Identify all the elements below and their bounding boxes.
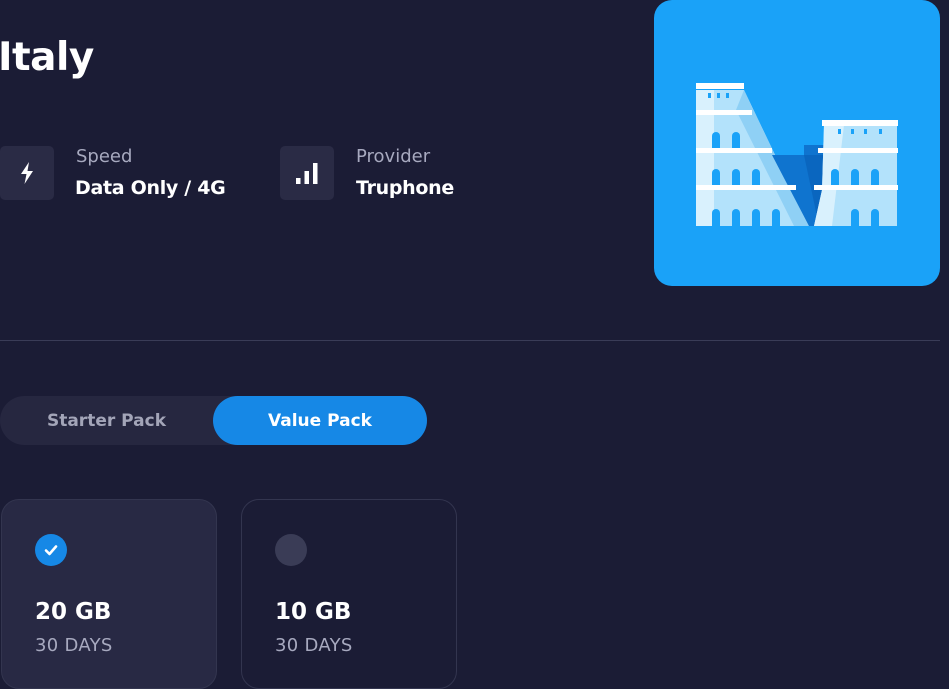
plan-radio-unselected[interactable]	[275, 534, 307, 566]
signal-bars-icon	[296, 163, 318, 184]
section-divider	[0, 340, 940, 341]
checkmark-icon	[44, 545, 58, 556]
plan-size: 10 GB	[275, 599, 352, 625]
tab-value-pack[interactable]: Value Pack	[213, 396, 427, 445]
speed-icon-box	[0, 146, 54, 200]
plan-duration: 30 DAYS	[275, 635, 353, 656]
provider-label: Provider	[356, 146, 431, 167]
speed-value: Data Only / 4G	[75, 177, 226, 199]
pack-toggle: Starter Pack Value Pack	[0, 396, 427, 445]
speed-label: Speed	[76, 146, 133, 167]
plan-size: 20 GB	[35, 599, 112, 625]
provider-icon-box	[280, 146, 334, 200]
hero-image	[654, 0, 940, 286]
provider-value: Truphone	[356, 177, 454, 199]
lightning-icon	[21, 162, 33, 184]
plan-duration: 30 DAYS	[35, 635, 113, 656]
country-title: Italy	[0, 35, 94, 80]
plan-card-20gb[interactable]: 20 GB 30 DAYS	[1, 499, 217, 689]
plan-radio-selected[interactable]	[35, 534, 67, 566]
colosseum-illustration	[696, 83, 898, 226]
tab-starter-pack[interactable]: Starter Pack	[0, 396, 213, 445]
plan-card-10gb[interactable]: 10 GB 30 DAYS	[241, 499, 457, 689]
